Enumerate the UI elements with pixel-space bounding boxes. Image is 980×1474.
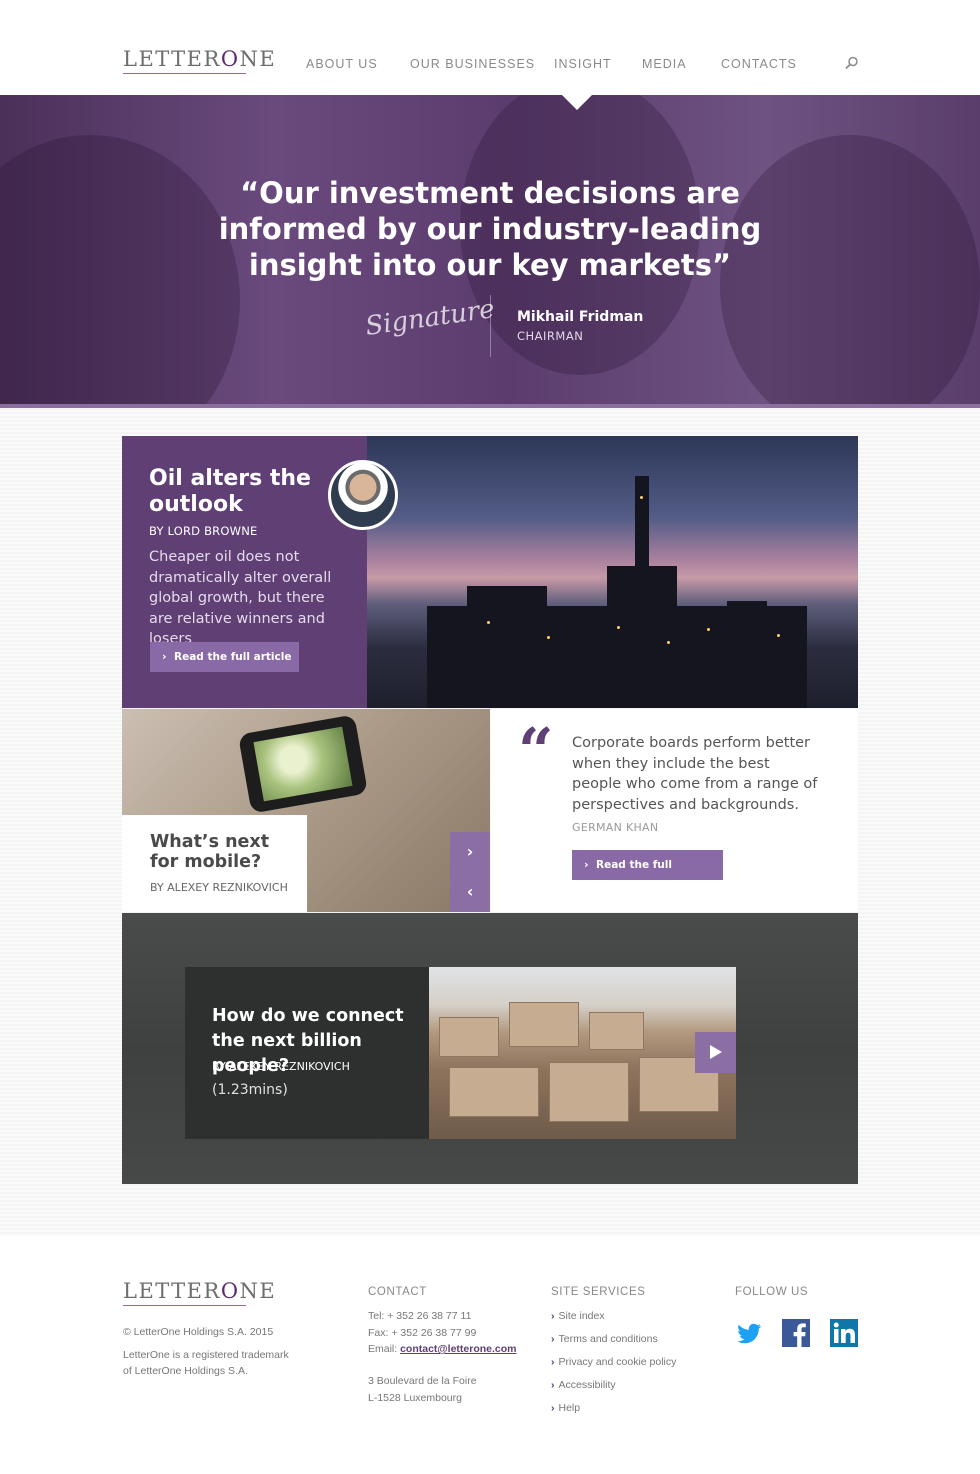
quote-mark-icon: “ bbox=[518, 714, 554, 787]
read-interview-button[interactable]: › Read the full interview bbox=[572, 850, 723, 901]
contact-email-row: Email: contact@letterone.com bbox=[368, 1341, 517, 1357]
phone-image bbox=[237, 714, 369, 814]
city-building bbox=[439, 1017, 499, 1057]
footer-link-label: Terms and conditions bbox=[558, 1333, 658, 1345]
footer-link-site-index[interactable]: › Site index bbox=[551, 1310, 605, 1322]
logo-mark: O bbox=[220, 47, 240, 71]
logo-underline bbox=[123, 73, 246, 74]
refinery-light bbox=[487, 621, 490, 624]
article-summary: Cheaper oil does not dramatically alter … bbox=[149, 549, 332, 647]
nav-insight[interactable]: INSIGHT bbox=[554, 57, 612, 71]
chevron-right-icon: › bbox=[551, 1310, 555, 1322]
footer-link-terms[interactable]: › Terms and conditions bbox=[551, 1333, 658, 1345]
carousel-next-button[interactable]: › bbox=[450, 832, 490, 872]
read-article-button[interactable]: › Read the full article bbox=[150, 642, 299, 672]
city-building bbox=[589, 1012, 644, 1050]
chevron-right-icon: › bbox=[584, 858, 589, 871]
contact-address-2: L-1528 Luxembourg bbox=[368, 1392, 462, 1404]
footer-trademark-1: LetterOne is a registered trademark bbox=[123, 1349, 289, 1361]
footer-logo[interactable]: LETTERONE bbox=[123, 1279, 276, 1303]
article-title[interactable]: Oil alters the outlook bbox=[149, 466, 319, 518]
linkedin-icon[interactable] bbox=[830, 1319, 858, 1347]
video-duration: (1.23mins) bbox=[212, 1082, 288, 1098]
email-label: Email: bbox=[368, 1343, 401, 1355]
footer-link-privacy[interactable]: › Privacy and cookie policy bbox=[551, 1356, 676, 1368]
logo-text-right: NE bbox=[239, 47, 277, 71]
hero-banner: “Our investment decisions are informed b… bbox=[0, 95, 980, 406]
facebook-icon[interactable] bbox=[782, 1319, 810, 1347]
logo-text-left: LETTER bbox=[123, 47, 221, 71]
chevron-left-icon: ‹ bbox=[466, 882, 474, 901]
footer-link-label: Privacy and cookie policy bbox=[558, 1356, 677, 1368]
chevron-right-icon: › bbox=[551, 1379, 555, 1391]
mobile-title[interactable]: What’s next for mobile? bbox=[150, 832, 300, 872]
city-building bbox=[509, 1002, 579, 1047]
quote-text: Corporate boards perform better when the… bbox=[572, 735, 818, 813]
contact-email-link[interactable]: contact@letterone.com bbox=[400, 1343, 516, 1355]
footer-link-accessibility[interactable]: › Accessibility bbox=[551, 1379, 616, 1391]
signature-image: Signature bbox=[363, 294, 497, 342]
footer-link-label: Accessibility bbox=[558, 1379, 616, 1391]
mobile-byline: BY ALEXEY REZNIKOVICH bbox=[150, 881, 288, 894]
chevron-right-icon: › bbox=[551, 1356, 555, 1368]
read-article-label: Read the full article bbox=[174, 651, 292, 663]
chevron-right-icon: › bbox=[466, 842, 474, 861]
refinery-light bbox=[777, 634, 780, 637]
refinery-light bbox=[640, 496, 643, 499]
refinery-light bbox=[617, 626, 620, 629]
hero-quote: “Our investment decisions are informed b… bbox=[218, 176, 762, 282]
site-services-heading: SITE SERVICES bbox=[551, 1286, 646, 1298]
footer-logo-underline bbox=[123, 1305, 246, 1306]
contact-tel: Tel: + 352 26 38 77 11 bbox=[368, 1310, 472, 1322]
video-byline: BY ALEXEY REZNIKOVICH bbox=[212, 1060, 350, 1073]
footer-trademark-2: of LetterOne Holdings S.A. bbox=[123, 1365, 248, 1377]
play-icon bbox=[710, 1045, 722, 1059]
search-icon[interactable] bbox=[845, 56, 859, 70]
letterone-logo[interactable]: LETTERONE bbox=[123, 47, 276, 71]
carousel-prev-button[interactable]: ‹ bbox=[450, 872, 490, 912]
footer-link-label: Help bbox=[558, 1402, 581, 1414]
footer-logo-mark: O bbox=[220, 1279, 240, 1303]
chevron-right-icon: › bbox=[162, 650, 167, 663]
site-header: LETTERONE ABOUT US OUR BUSINESSES INSIGH… bbox=[0, 0, 980, 95]
nav-media[interactable]: MEDIA bbox=[642, 57, 687, 71]
active-nav-indicator bbox=[562, 95, 592, 110]
article-byline: BY LORD BROWNE bbox=[149, 524, 258, 538]
footer-logo-right: NE bbox=[239, 1279, 277, 1303]
footer-copyright: © LetterOne Holdings S.A. 2015 bbox=[123, 1326, 274, 1338]
hero-role: CHAIRMAN bbox=[517, 329, 584, 343]
refinery-light bbox=[707, 628, 710, 631]
refinery-block-left bbox=[467, 586, 547, 616]
play-button[interactable] bbox=[695, 1032, 736, 1073]
twitter-icon[interactable] bbox=[735, 1319, 763, 1347]
hero-name: Mikhail Fridman bbox=[517, 309, 644, 325]
refinery-block bbox=[607, 566, 677, 616]
follow-us-heading: FOLLOW US bbox=[735, 1286, 809, 1298]
nav-about-us[interactable]: ABOUT US bbox=[306, 57, 378, 71]
footer-link-help[interactable]: › Help bbox=[551, 1402, 580, 1414]
nav-our-businesses[interactable]: OUR BUSINESSES bbox=[410, 57, 535, 71]
city-building bbox=[449, 1067, 539, 1117]
refinery-light bbox=[547, 636, 550, 639]
refinery-light bbox=[667, 641, 670, 644]
phone-screen bbox=[253, 726, 353, 802]
refinery-block-right bbox=[727, 601, 767, 621]
contact-heading: CONTACT bbox=[368, 1286, 427, 1298]
city-photo bbox=[429, 967, 736, 1139]
contact-address-1: 3 Boulevard de la Foire bbox=[368, 1375, 477, 1387]
signature-divider bbox=[490, 295, 491, 357]
chevron-right-icon: › bbox=[551, 1333, 555, 1345]
refinery-silhouette bbox=[427, 606, 807, 708]
footer-logo-left: LETTER bbox=[123, 1279, 221, 1303]
refinery-photo bbox=[367, 436, 858, 708]
chevron-right-icon: › bbox=[551, 1402, 555, 1414]
footer-link-label: Site index bbox=[558, 1310, 605, 1322]
city-building bbox=[549, 1062, 629, 1122]
nav-contacts[interactable]: CONTACTS bbox=[721, 57, 797, 71]
author-avatar bbox=[328, 460, 398, 530]
quote-author: GERMAN KHAN bbox=[572, 821, 659, 834]
contact-fax: Fax: + 352 26 38 77 99 bbox=[368, 1327, 477, 1339]
